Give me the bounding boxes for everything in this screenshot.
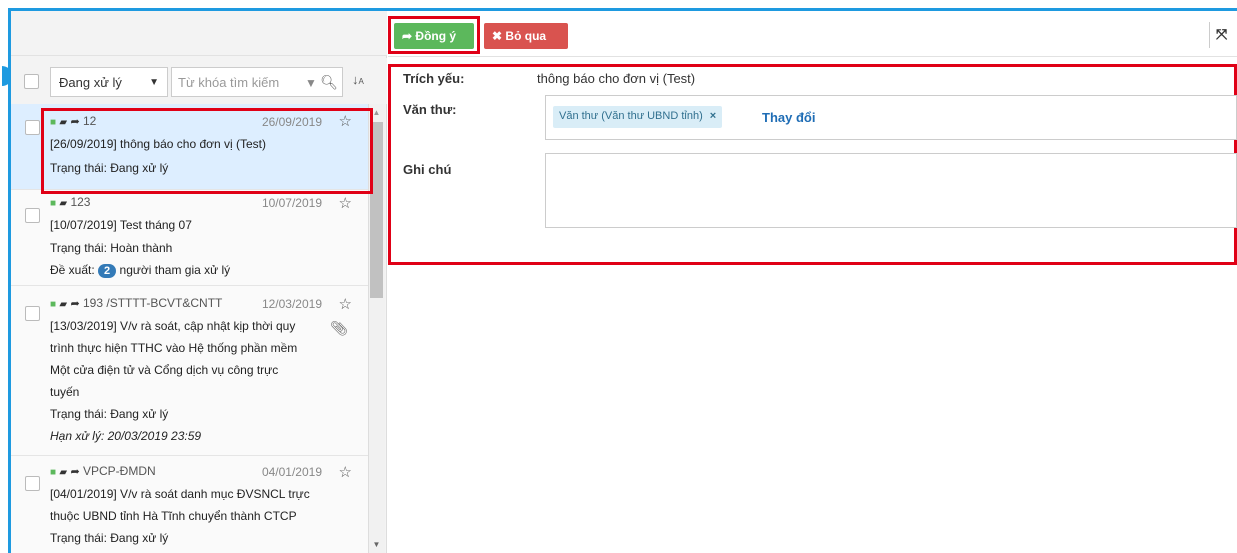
item-title-line: trình thực hiện TTHC vào Hệ thống phần m… [50, 341, 298, 355]
note-textarea[interactable] [545, 153, 1237, 228]
item-title-line: [04/01/2019] V/v rà soát danh mục ĐVSNCL… [50, 487, 310, 501]
list-item[interactable]: ■ ▰ 123 10/07/2019 ☆ [10/07/2019] Test t… [11, 190, 368, 286]
item-status: Trạng thái: Đang xử lý [50, 407, 169, 421]
status-filter-value: Đang xử lý [59, 75, 122, 90]
item-number: 123 [70, 195, 91, 209]
item-number: VPCP-ĐMDN [83, 464, 156, 478]
paperclip-icon: 📎︎ [330, 320, 348, 336]
close-icon: ✖ [492, 29, 503, 43]
forward-icon: ➦ [70, 298, 80, 310]
item-title-line: [13/03/2019] V/v rà soát, cập nhật kịp t… [50, 319, 296, 333]
summary-value: thông báo cho đơn vị (Test) [537, 71, 696, 86]
list-item[interactable]: ■ ▰ ➦ VPCP-ĐMDN 04/01/2019 ☆ [04/01/2019… [11, 456, 368, 553]
agree-button-label: Đồng ý [415, 29, 457, 43]
forward-icon: ➦ [70, 466, 80, 478]
star-icon[interactable]: ☆ [339, 194, 352, 212]
skip-button-label: Bỏ qua [505, 29, 547, 43]
select-all-checkbox[interactable] [24, 74, 39, 89]
item-status: Trạng thái: Hoàn thành [50, 241, 173, 255]
item-date: 10/07/2019 [261, 196, 322, 210]
search-icon[interactable]: 🔍︎ [320, 74, 338, 90]
agree-button[interactable]: ➦ Đồng ý [394, 23, 474, 49]
book-icon: ▰ [59, 299, 68, 310]
list-pane-header [11, 11, 387, 56]
frame-left-border [8, 8, 11, 553]
scroll-down-icon[interactable]: ▼ [368, 536, 385, 553]
proposal-prefix: Đề xuất: [50, 263, 95, 277]
item-status: Trạng thái: Đang xử lý [50, 531, 169, 545]
sort-icon[interactable]: ↓A [352, 72, 364, 87]
left-gutter [0, 12, 8, 553]
item-date: 12/03/2019 [261, 297, 322, 311]
item-date: 04/01/2019 [261, 465, 322, 479]
clerk-tag-label: Văn thư (Văn thư UBND tỉnh) [559, 110, 703, 122]
participant-count-badge: 2 [98, 264, 117, 278]
frame-top-border [10, 8, 1237, 11]
item-checkbox[interactable] [25, 306, 40, 321]
search-placeholder: Từ khóa tìm kiếm [178, 75, 280, 90]
summary-label: Trích yếu: [403, 71, 465, 86]
clerk-label: Văn thư: [403, 102, 457, 117]
change-clerk-link[interactable]: Thay đổi [762, 110, 815, 125]
expand-icon[interactable]: ⤧ [1216, 26, 1227, 43]
toolbar-divider [1209, 22, 1210, 48]
item-title-line: thuộc UBND tỉnh Hà Tĩnh chuyển thành CTC… [50, 509, 297, 523]
star-icon[interactable]: ☆ [339, 463, 352, 481]
note-label: Ghi chú [403, 162, 452, 177]
remove-tag-icon[interactable]: × [710, 110, 716, 122]
file-icon: ■ [50, 299, 57, 310]
clerk-tag: Văn thư (Văn thư UBND tỉnh) × [553, 106, 723, 128]
item-deadline: Hạn xử lý: 20/03/2019 23:59 [50, 429, 202, 443]
dropdown-icon[interactable]: ▼ [305, 76, 317, 90]
item-title-line: Một cửa điện tử và Cổng dịch vụ công trự… [50, 363, 279, 377]
selected-item-highlight [41, 108, 373, 194]
status-filter-select[interactable]: Đang xử lý ▼ [50, 67, 168, 97]
item-checkbox[interactable] [25, 208, 40, 223]
item-number: 193 /STTTT-BCVT&CNTT [83, 296, 223, 310]
list-item[interactable]: ■ ▰ ➦ 193 /STTTT-BCVT&CNTT 12/03/2019 ☆ … [11, 286, 368, 456]
item-checkbox[interactable] [25, 476, 40, 491]
book-icon: ▰ [59, 198, 68, 209]
item-proposal: Đề xuất: 2 người tham gia xử lý [50, 263, 230, 278]
star-icon[interactable]: ☆ [339, 295, 352, 313]
skip-button[interactable]: ✖ Bỏ qua [484, 23, 568, 49]
caret-down-icon: ▼ [149, 77, 159, 88]
file-icon: ■ [50, 467, 57, 478]
keyword-search-input[interactable]: Từ khóa tìm kiếm ▼ 🔍︎ [171, 67, 343, 97]
file-icon: ■ [50, 198, 57, 209]
item-title-line: tuyến [50, 385, 80, 399]
proposal-suffix: người tham gia xử lý [119, 263, 231, 277]
book-icon: ▰ [59, 467, 68, 478]
item-checkbox[interactable] [25, 120, 40, 135]
forward-icon: ➦ [402, 29, 413, 43]
item-title: [10/07/2019] Test tháng 07 [50, 218, 192, 232]
